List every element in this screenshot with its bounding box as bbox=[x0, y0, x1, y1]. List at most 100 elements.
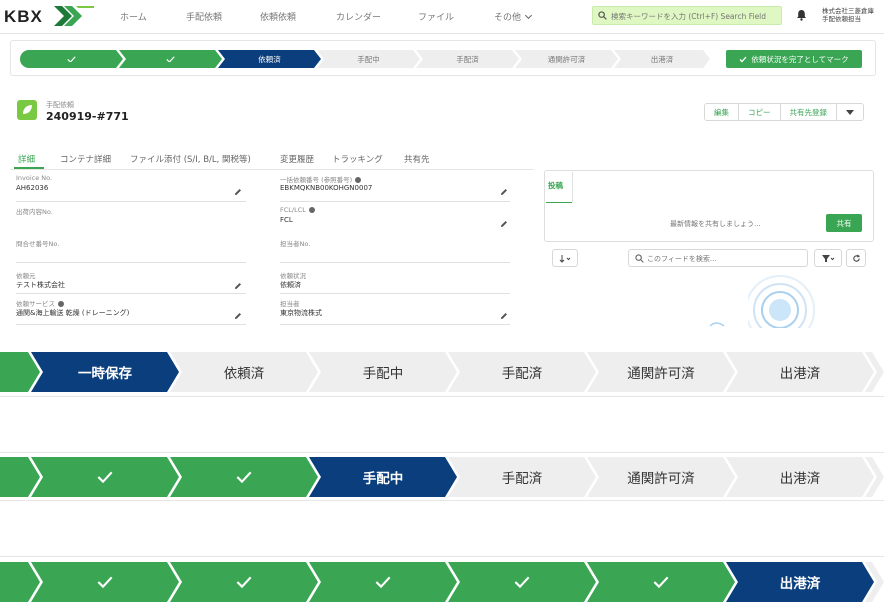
path-step-1[interactable] bbox=[0, 562, 40, 602]
tab-containers[interactable]: コンテナ詳細 bbox=[60, 153, 111, 165]
path-step-6[interactable] bbox=[587, 562, 735, 602]
path-step-4[interactable]: 手配中 bbox=[317, 50, 420, 68]
tab-tracking[interactable]: トラッキング bbox=[332, 153, 383, 165]
path-step-7[interactable]: 出港済 bbox=[726, 457, 874, 497]
path-step-2[interactable]: 一時保存 bbox=[31, 352, 179, 392]
field-status-value: 依頼済 bbox=[280, 281, 301, 289]
path-step-2[interactable] bbox=[31, 457, 179, 497]
check-icon bbox=[166, 55, 175, 63]
path-step-label: 依頼済 bbox=[223, 366, 265, 382]
edit-pencil-icon[interactable] bbox=[500, 220, 508, 228]
path-step-6[interactable]: 通関許可済 bbox=[587, 352, 735, 392]
tab-details[interactable]: 詳細 bbox=[18, 153, 35, 165]
filter-icon bbox=[822, 254, 835, 262]
info-icon[interactable] bbox=[58, 301, 64, 307]
chatter-tab-indicator bbox=[546, 202, 572, 203]
field-owner-value: テスト株式会社 bbox=[16, 281, 65, 289]
path-step-1[interactable] bbox=[0, 352, 40, 392]
feed-sort-button[interactable] bbox=[552, 249, 578, 267]
path-step-3[interactable] bbox=[170, 457, 318, 497]
field-inquiry-label: 問合せ番号No. bbox=[16, 240, 60, 248]
path-step-2[interactable] bbox=[119, 50, 222, 68]
path-step-5[interactable]: 手配済 bbox=[448, 457, 596, 497]
field-divider bbox=[16, 293, 246, 294]
nav-item-requests[interactable]: 手配依頼 bbox=[186, 10, 222, 23]
record-type-icon bbox=[17, 100, 37, 120]
global-search[interactable] bbox=[592, 6, 782, 25]
path-step-5[interactable]: 手配済 bbox=[448, 352, 596, 392]
user-menu[interactable]: 株式会社三菱倉庫 手配依頼担当 bbox=[822, 7, 874, 23]
field-forwarder-value: 東京物流株式 bbox=[280, 309, 322, 317]
path-step-label: 手配済 bbox=[456, 54, 479, 64]
path-step-label: 一時保存 bbox=[78, 366, 132, 382]
path-step-3[interactable]: 依頼済 bbox=[218, 50, 321, 68]
path-step-label: 通関許可済 bbox=[627, 366, 695, 382]
edit-button[interactable]: 編集 bbox=[705, 104, 739, 120]
feed-filter-button[interactable] bbox=[814, 249, 842, 267]
path-step-4[interactable]: 手配中 bbox=[309, 457, 457, 497]
path-step-5[interactable]: 手配済 bbox=[416, 50, 519, 68]
path-step-label: 通関許可済 bbox=[547, 54, 586, 64]
field-booking-label: 一括依頼番号 (参照番号) bbox=[280, 174, 362, 184]
field-contact-label: 担当者No. bbox=[280, 240, 311, 248]
feed-search[interactable] bbox=[628, 249, 808, 267]
path-step-7[interactable]: 出港済 bbox=[726, 352, 874, 392]
edit-pencil-icon[interactable] bbox=[234, 282, 242, 290]
field-divider bbox=[280, 201, 510, 202]
check-icon bbox=[236, 471, 252, 483]
field-owner-label: 依頼元 bbox=[16, 272, 36, 280]
path-step-7[interactable]: 出港済 bbox=[614, 50, 710, 68]
edit-pencil-icon[interactable] bbox=[500, 312, 508, 320]
edit-pencil-icon[interactable] bbox=[234, 188, 242, 196]
path-step-4[interactable]: 手配中 bbox=[309, 352, 457, 392]
sparkle-icon bbox=[709, 322, 725, 327]
edit-pencil-icon[interactable] bbox=[500, 188, 508, 196]
record-title: 240919-#771 bbox=[46, 110, 129, 123]
edit-pencil-icon[interactable] bbox=[234, 312, 242, 320]
info-icon[interactable] bbox=[308, 207, 315, 213]
copy-button[interactable]: コピー bbox=[739, 104, 781, 120]
path-step-2[interactable] bbox=[31, 562, 179, 602]
tab-sharing[interactable]: 共有先 bbox=[404, 153, 430, 165]
path-step-6[interactable]: 通関許可済 bbox=[515, 50, 618, 68]
path-step-5[interactable] bbox=[448, 562, 596, 602]
nav-item-home[interactable]: ホーム bbox=[120, 10, 147, 23]
feed-refresh-button[interactable] bbox=[846, 249, 866, 267]
share-button[interactable]: 共有 bbox=[826, 214, 862, 232]
nav-item-files[interactable]: ファイル bbox=[418, 10, 454, 23]
register-share-button[interactable]: 共有先登録 bbox=[781, 104, 837, 120]
path-step-1[interactable] bbox=[20, 50, 123, 68]
check-icon bbox=[739, 56, 747, 62]
path-step-6[interactable]: 通関許可済 bbox=[587, 457, 735, 497]
field-booking-label-text: 一括依頼番号 (参照番号) bbox=[280, 176, 353, 184]
path-step-label: 依頼済 bbox=[258, 54, 281, 64]
field-status: 依頼状況 依頼済 bbox=[280, 270, 510, 294]
nav-item-calendar[interactable]: カレンダー bbox=[336, 10, 381, 23]
field-owner: 依頼元 テスト株式会社 bbox=[16, 270, 246, 294]
tab-history[interactable]: 変更履歴 bbox=[280, 153, 314, 165]
divider bbox=[0, 500, 884, 501]
path-step-4[interactable] bbox=[309, 562, 457, 602]
divider bbox=[0, 396, 884, 397]
nav-item-more[interactable]: その他 bbox=[494, 10, 533, 23]
bell-icon[interactable] bbox=[796, 9, 807, 21]
path-step-7[interactable]: 出港済 bbox=[726, 562, 874, 602]
field-divider bbox=[16, 201, 246, 202]
chatter-prompt[interactable]: 最新情報を共有しましょう... bbox=[670, 219, 761, 229]
global-search-input[interactable] bbox=[611, 9, 779, 23]
check-icon bbox=[514, 576, 530, 588]
field-fcl-lcl: FCL/LCL FCL bbox=[280, 206, 510, 234]
nav-item-orders[interactable]: 依頼依頼 bbox=[260, 10, 296, 23]
path-step-3[interactable] bbox=[170, 562, 318, 602]
kbx-logo[interactable]: KBX bbox=[4, 6, 94, 26]
path-step-1[interactable] bbox=[0, 457, 40, 497]
info-icon[interactable] bbox=[355, 177, 362, 183]
mark-status-complete-button[interactable]: 依頼状況を完了としてマーク bbox=[726, 50, 862, 68]
field-booking-value: EBKMQKNB00KOHGN0007 bbox=[280, 184, 373, 192]
path-step-3[interactable]: 依頼済 bbox=[170, 352, 318, 392]
chatter-tab-post[interactable]: 投稿 bbox=[548, 180, 563, 191]
tab-attachments[interactable]: ファイル添付 (S/I, B/L, 関税等) bbox=[130, 153, 251, 165]
more-actions-button[interactable] bbox=[837, 104, 863, 120]
feed-search-input[interactable] bbox=[647, 252, 797, 265]
path-step-label: 手配中 bbox=[362, 471, 404, 487]
